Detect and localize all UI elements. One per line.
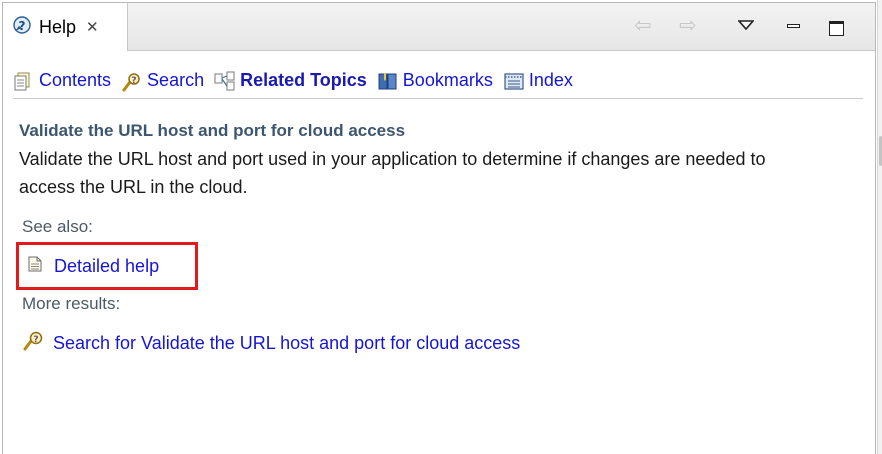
search-link[interactable]: ? Search <box>121 70 204 91</box>
view-menu-icon[interactable] <box>737 17 755 35</box>
topic-title: Validate the URL host and port for cloud… <box>19 121 406 140</box>
search-result-label: Search for Validate the URL host and por… <box>53 333 521 353</box>
svg-text:?: ? <box>131 76 136 86</box>
index-label: Index <box>528 70 573 90</box>
index-link[interactable]: Index <box>503 70 573 91</box>
help-tab[interactable]: ? Help ✕ <box>3 3 128 51</box>
svg-text:?: ? <box>19 19 26 33</box>
related-topics-label: Related Topics <box>240 70 367 90</box>
related-topics-icon <box>214 71 235 91</box>
help-view: ? Help ✕ ⇦ ⇨ Contents ? Search Related T… <box>2 2 876 454</box>
search-icon: ? <box>22 330 46 357</box>
search-icon: ? <box>121 71 141 91</box>
minimize-icon[interactable] <box>787 24 800 28</box>
contents-label: Contents <box>39 70 112 90</box>
detailed-help-label: Detailed help <box>54 255 160 276</box>
index-icon <box>503 71 524 91</box>
svg-text:?: ? <box>33 335 38 345</box>
back-arrow-icon[interactable]: ⇦ <box>634 15 652 36</box>
help-content: Validate the URL host and port for cloud… <box>19 121 859 201</box>
close-icon[interactable]: ✕ <box>86 20 99 35</box>
more-results-label: More results: <box>22 294 121 313</box>
contents-icon <box>13 71 33 91</box>
tab-title: Help <box>39 16 77 37</box>
help-icon: ? <box>13 15 33 40</box>
search-label: Search <box>147 70 205 90</box>
bookmarks-link[interactable]: Bookmarks <box>377 70 493 91</box>
detailed-help-link[interactable]: Detailed help <box>16 242 198 290</box>
see-also-label: See also: <box>22 217 93 236</box>
topic-description: Validate the URL host and port used in y… <box>19 149 766 197</box>
bookmarks-label: Bookmarks <box>402 70 493 90</box>
tab-bar: ? Help ✕ ⇦ ⇨ <box>3 3 875 51</box>
bookmarks-icon <box>377 71 397 91</box>
search-result-link[interactable]: ? Search for Validate the URL host and p… <box>22 330 520 357</box>
document-icon <box>28 256 42 277</box>
vertical-scrollbar[interactable] <box>877 0 882 454</box>
related-topics-link[interactable]: Related Topics <box>214 70 367 91</box>
forward-arrow-icon[interactable]: ⇨ <box>679 15 697 36</box>
contents-link[interactable]: Contents <box>13 70 111 91</box>
maximize-icon[interactable] <box>829 21 844 36</box>
help-toolbar: Contents ? Search Related Topics Bookmar… <box>13 63 863 99</box>
